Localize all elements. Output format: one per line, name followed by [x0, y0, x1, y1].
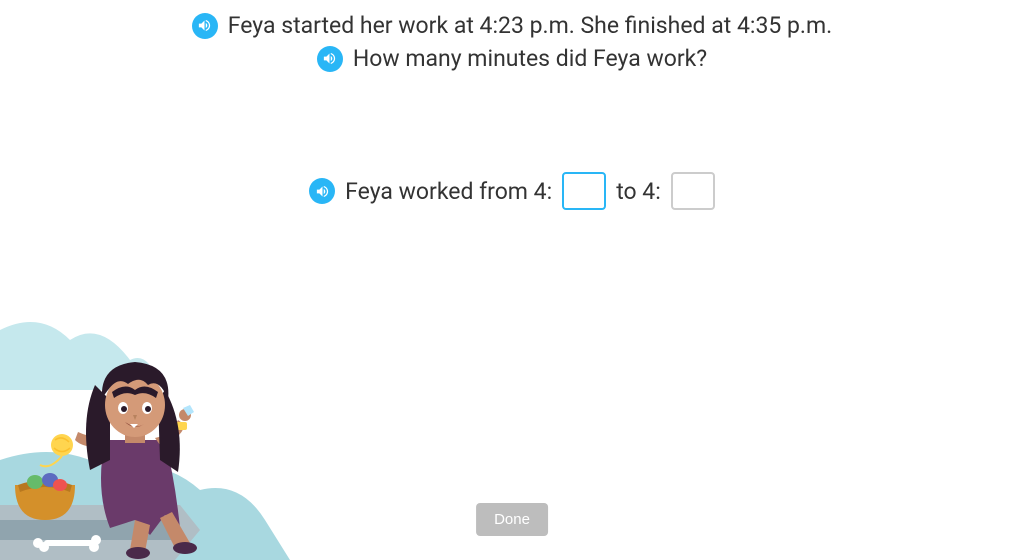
question-text-2: How many minutes did Feya work?	[353, 45, 707, 72]
question-line-1: Feya started her work at 4:23 p.m. She f…	[0, 12, 1024, 39]
character-illustration	[0, 260, 290, 560]
audio-icon[interactable]	[317, 46, 343, 72]
answer-mid: to 4:	[616, 178, 661, 205]
minutes-input-1[interactable]	[562, 172, 606, 210]
done-button[interactable]: Done	[476, 503, 548, 536]
audio-icon[interactable]	[192, 13, 218, 39]
answer-area: Feya worked from 4: to 4:	[0, 172, 1024, 210]
minutes-input-2[interactable]	[671, 172, 715, 210]
answer-prefix: Feya worked from 4:	[345, 178, 552, 205]
question-text-1: Feya started her work at 4:23 p.m. She f…	[228, 12, 832, 39]
audio-icon[interactable]	[309, 178, 335, 204]
question-area: Feya started her work at 4:23 p.m. She f…	[0, 0, 1024, 72]
question-line-2: How many minutes did Feya work?	[0, 45, 1024, 72]
